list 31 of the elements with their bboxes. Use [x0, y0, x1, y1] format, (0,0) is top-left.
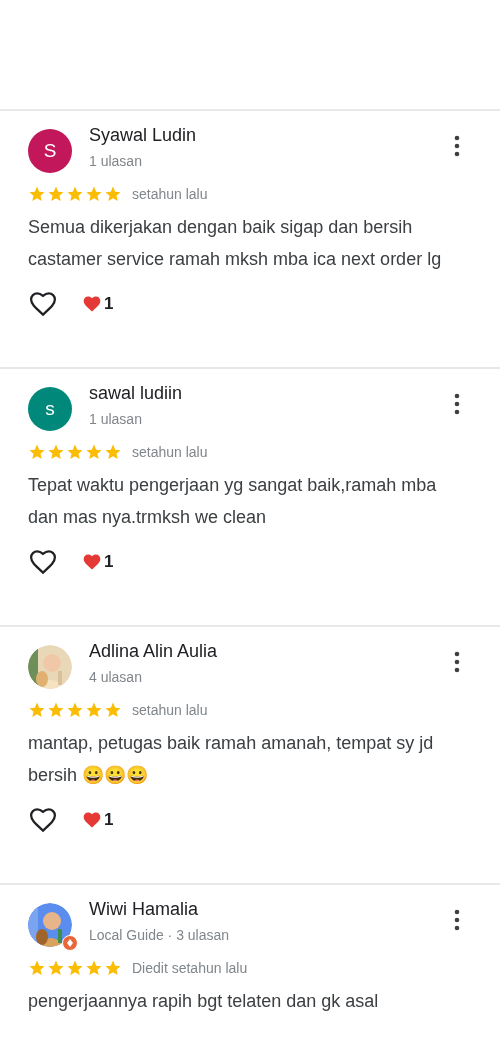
review-time: Diedit setahun lalu	[132, 960, 248, 976]
heart-icon	[82, 810, 102, 830]
like-icon[interactable]	[28, 289, 58, 319]
reaction-count: 1	[104, 552, 114, 572]
reaction-count: 1	[104, 810, 114, 830]
avatar[interactable]: S	[28, 129, 72, 173]
reviewer-name[interactable]: sawal ludiin	[89, 381, 454, 405]
review-time: setahun lalu	[132, 702, 208, 718]
like-icon[interactable]	[28, 547, 58, 577]
like-icon[interactable]	[28, 805, 58, 835]
review-count: Local Guide · 3 ulasan	[89, 926, 231, 945]
heart-icon	[82, 552, 102, 572]
review-text: Tepat waktu pengerjaan yg sangat baik,ramah mba dan mas nya.trmksh we clean	[28, 474, 438, 529]
more-options-icon[interactable]	[454, 393, 460, 415]
reviewer-name[interactable]: Syawal Ludin	[89, 123, 454, 147]
review-time: setahun lalu	[132, 186, 208, 202]
reviewer-name[interactable]: Adlina Alin Aulia	[89, 639, 454, 663]
review-text: pengerjaannya rapih bgt telaten dan gk asal	[28, 990, 380, 1013]
more-options-icon[interactable]	[454, 135, 460, 157]
reviewer-name[interactable]: Wiwi Hamalia	[89, 897, 454, 921]
review-count: 1 ulasan	[89, 152, 143, 171]
review-time: setahun lalu	[132, 444, 208, 460]
more-options-icon[interactable]	[454, 651, 460, 673]
heart-icon	[82, 294, 102, 314]
review-count: 4 ulasan	[89, 668, 143, 687]
reaction-count: 1	[104, 294, 114, 314]
review-count: 1 ulasan	[89, 410, 143, 429]
more-options-icon[interactable]	[454, 909, 460, 931]
review-text: Semua dikerjakan dengan baik sigap dan bersih castamer service ramah mksh mba ica next order lg	[28, 216, 443, 271]
review-text: mantap, petugas baik ramah amanah, tempat sy jd bersih 😀😀😀	[28, 732, 435, 787]
avatar[interactable]: s	[28, 387, 72, 431]
